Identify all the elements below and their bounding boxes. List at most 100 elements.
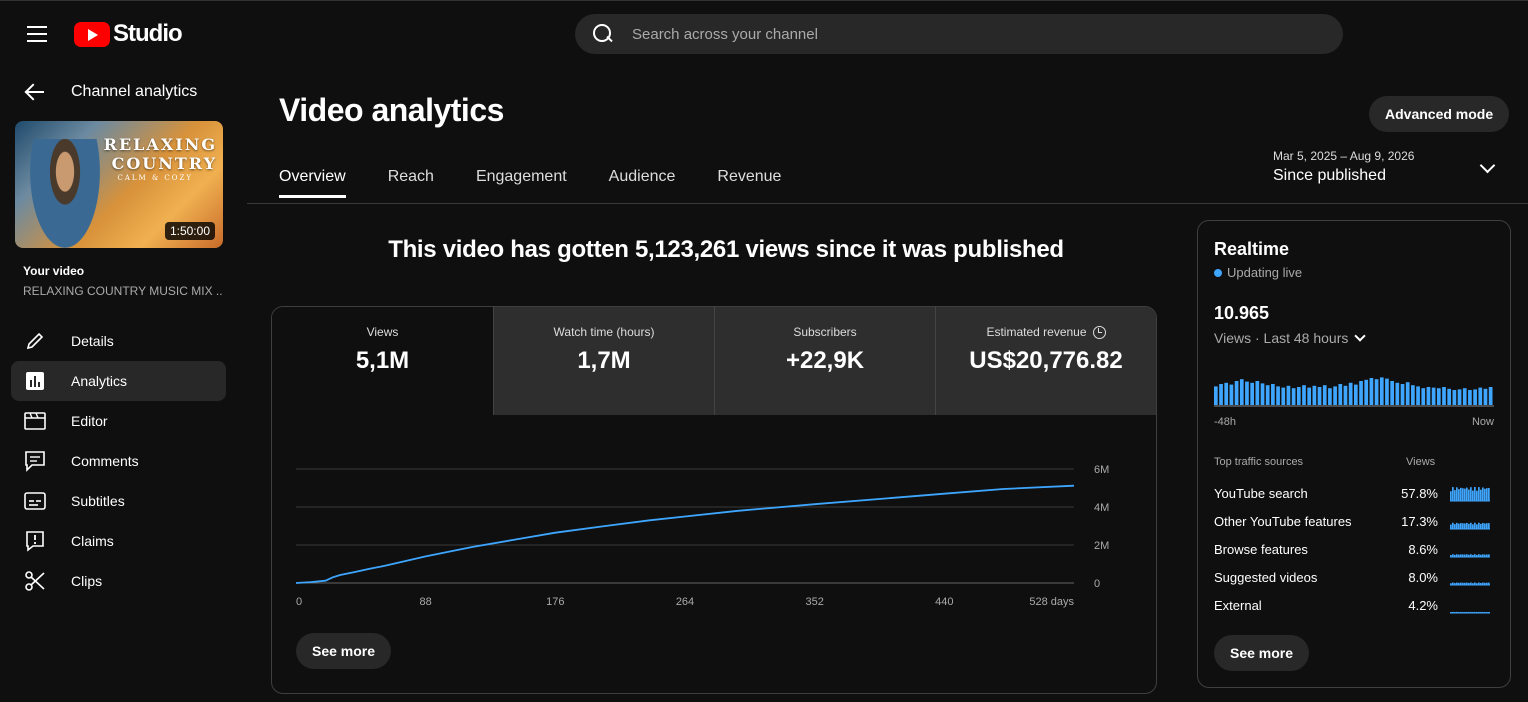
sidebar-item-editor[interactable]: Editor xyxy=(11,401,226,441)
sparkline-bar xyxy=(1476,490,1478,501)
sparkline-bar xyxy=(1458,523,1460,529)
realtime-bar xyxy=(1452,390,1457,405)
realtime-bar xyxy=(1426,387,1431,405)
sparkline-bar xyxy=(1454,524,1456,529)
realtime-see-more-button[interactable]: See more xyxy=(1214,635,1310,671)
sidebar: Channel analytics RELAXING COUNTRY CALM … xyxy=(0,64,240,702)
chevron-down-icon[interactable] xyxy=(1479,157,1496,174)
traffic-source-row: Suggested videos 8.0% xyxy=(1214,563,1494,591)
sparkline-bar xyxy=(1484,488,1486,501)
sidebar-item-subtitles[interactable]: Subtitles xyxy=(11,481,226,521)
clock-icon xyxy=(1092,325,1106,339)
tab-overview[interactable]: Overview xyxy=(279,168,346,198)
date-range-picker[interactable]: Mar 5, 2025 – Aug 9, 2026 Since publishe… xyxy=(1273,149,1414,185)
realtime-metric-selector[interactable]: Views · Last 48 hours xyxy=(1214,330,1367,346)
sidebar-item-comments[interactable]: Comments xyxy=(11,441,226,481)
traffic-source-row: External 4.2% xyxy=(1214,591,1494,619)
analytics-icon xyxy=(23,369,47,393)
sparkline-bar xyxy=(1462,523,1464,529)
sparkline-bar xyxy=(1486,488,1488,501)
traffic-source-pct: 57.8% xyxy=(1401,485,1438,501)
sidebar-item-clips[interactable]: Clips xyxy=(11,561,226,601)
sparkline-bar xyxy=(1460,523,1462,529)
realtime-bar xyxy=(1250,382,1254,405)
metric-tabs: Views 5,1M Watch time (hours) 1,7M Subsc… xyxy=(272,307,1156,415)
realtime-bar xyxy=(1416,386,1420,405)
realtime-bar xyxy=(1229,384,1234,405)
realtime-bar xyxy=(1214,386,1218,405)
tab-revenue[interactable]: Revenue xyxy=(717,168,781,198)
traffic-sparkline xyxy=(1450,522,1490,530)
metric-value: US$20,776.82 xyxy=(969,347,1123,374)
search-bar[interactable] xyxy=(575,14,1343,54)
realtime-axis-start: -48h xyxy=(1214,416,1237,428)
traffic-source-name: Other YouTube features xyxy=(1214,513,1352,529)
y-tick-label: 2M xyxy=(1094,540,1109,552)
sidebar-item-label: Claims xyxy=(71,533,114,549)
realtime-bar xyxy=(1431,387,1436,405)
your-video-label: Your video xyxy=(23,264,85,278)
realtime-title: Realtime xyxy=(1214,239,1290,259)
live-dot-icon xyxy=(1214,268,1222,277)
traffic-source-pct: 4.2% xyxy=(1408,597,1438,613)
sparkline-bar xyxy=(1488,487,1490,501)
sidebar-item-label: Details xyxy=(71,333,114,349)
scissors-icon xyxy=(23,569,47,593)
search-input[interactable] xyxy=(632,25,1232,43)
realtime-axis-end: Now xyxy=(1471,416,1494,428)
search-icon[interactable] xyxy=(593,24,613,44)
sidebar-item-analytics[interactable]: Analytics xyxy=(11,361,226,401)
sidebar-item-label: Analytics xyxy=(71,373,128,389)
sparkline-bar xyxy=(1486,523,1488,529)
realtime-bar xyxy=(1395,382,1400,405)
realtime-bar xyxy=(1255,381,1260,405)
sparkline-bar xyxy=(1470,522,1472,529)
metric-value: 5,1M xyxy=(355,347,410,374)
realtime-bar xyxy=(1317,387,1322,405)
metric-watch-time[interactable]: Watch time (hours) 1,7M xyxy=(493,307,714,415)
sparkline-bar xyxy=(1478,522,1480,529)
sparkline-bar xyxy=(1456,522,1458,529)
realtime-bar xyxy=(1322,385,1327,405)
thumbnail-title-line2: COUNTRY xyxy=(111,154,217,173)
realtime-bar xyxy=(1421,388,1426,405)
back-to-channel-analytics[interactable]: Channel analytics xyxy=(24,82,197,102)
realtime-bar-chart xyxy=(1214,377,1494,407)
video-thumbnail[interactable]: RELAXING COUNTRY CALM & COZY 1:50:00 xyxy=(15,121,223,248)
realtime-bar xyxy=(1338,384,1343,405)
see-more-button[interactable]: See more xyxy=(296,633,392,669)
traffic-source-pct: 8.6% xyxy=(1408,541,1438,557)
traffic-sources-header: Top traffic sources xyxy=(1214,456,1304,468)
sidebar-item-details[interactable]: Details xyxy=(11,321,226,361)
metric-label: Views xyxy=(366,325,399,339)
comments-icon xyxy=(23,449,47,473)
realtime-bar xyxy=(1291,388,1296,405)
sparkline-bar xyxy=(1462,488,1464,501)
menu-icon[interactable] xyxy=(27,26,47,42)
sparkline-bar xyxy=(1454,490,1456,501)
metric-subscribers[interactable]: Subscribers +22,9K xyxy=(714,307,935,415)
updating-live-status: Updating live xyxy=(1214,265,1302,280)
realtime-bar xyxy=(1239,379,1244,405)
sidebar-item-label: Comments xyxy=(71,453,139,469)
advanced-mode-button[interactable]: Advanced mode xyxy=(1369,96,1510,132)
x-tick-label: 352 xyxy=(805,596,823,608)
metric-label-row: Estimated revenue xyxy=(936,325,1156,339)
realtime-card: Realtime Updating live 10.965 Views · La… xyxy=(1197,220,1511,688)
divider xyxy=(247,203,1528,204)
sparkline-bar xyxy=(1456,487,1458,501)
tab-audience[interactable]: Audience xyxy=(609,168,676,198)
realtime-bar xyxy=(1276,386,1280,405)
pencil-icon xyxy=(23,329,47,353)
metric-estimated-revenue[interactable]: Estimated revenue US$20,776.82 xyxy=(935,307,1156,415)
tab-reach[interactable]: Reach xyxy=(388,168,434,198)
realtime-bar xyxy=(1348,382,1353,405)
sidebar-item-claims[interactable]: Claims xyxy=(11,521,226,561)
realtime-bar xyxy=(1343,385,1348,405)
realtime-bar xyxy=(1447,388,1452,405)
sparkline-bar xyxy=(1460,487,1462,501)
tab-engagement[interactable]: Engagement xyxy=(476,168,567,198)
arrow-back-icon[interactable] xyxy=(24,82,44,102)
metric-views[interactable]: Views 5,1M xyxy=(272,307,493,415)
studio-logo[interactable]: Studio xyxy=(74,20,183,48)
